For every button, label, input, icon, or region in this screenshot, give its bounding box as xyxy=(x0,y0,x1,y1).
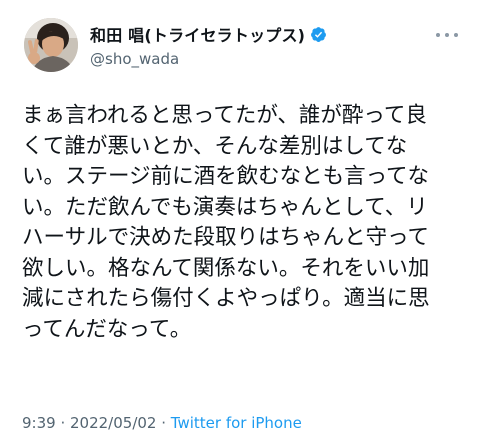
meta-separator: · xyxy=(55,414,70,432)
tweet-line: ハーサルで決めた段取りはちゃんと守って xyxy=(22,225,429,250)
more-dot xyxy=(436,33,440,37)
tweet-text: まぁ言われると思ってたが、誰が酔って良 くて誰が悪いとか、そんな差別はしてな い。ス… xyxy=(22,101,467,345)
user-info: 和田 唱(トライセラトップス) @sho_wada xyxy=(90,22,327,68)
avatar[interactable] xyxy=(24,18,78,72)
tweet-line: まぁ言われると思ってたが、誰が酔って良 xyxy=(22,103,427,128)
name-row: 和田 唱(トライセラトップス) xyxy=(90,22,327,46)
more-dot xyxy=(454,33,458,37)
tweet-card: 和田 唱(トライセラトップス) @sho_wada まぁ言われると思ってたが、誰… xyxy=(0,0,480,444)
user-handle[interactable]: @sho_wada xyxy=(90,50,327,68)
display-name[interactable]: 和田 唱(トライセラトップス) xyxy=(90,22,305,46)
tweet-date[interactable]: 2022/05/02 xyxy=(70,414,156,432)
tweet-line: ってんだなって。 xyxy=(22,316,192,342)
more-dot xyxy=(445,33,449,37)
tweet-line: くて誰が悪いとか、そんな差別はしてな xyxy=(22,133,408,159)
tweet-line: 減にされたら傷付くよやっぱり。適当に思 xyxy=(22,286,430,311)
more-options-icon[interactable] xyxy=(436,30,458,40)
tweet-time[interactable]: 9:39 xyxy=(22,414,56,432)
avatar-image xyxy=(24,18,78,72)
tweet-line: い。ステージ前に酒を飲むなとも言ってな xyxy=(22,164,429,189)
tweet-source-link[interactable]: Twitter for iPhone xyxy=(171,414,302,432)
tweet-line: 欲しい。格なんて関係ない。それをいい加 xyxy=(22,255,430,281)
tweet-line: い。ただ飲んでも演奏はちゃんとして、リ xyxy=(22,194,428,220)
verified-badge-icon xyxy=(310,26,327,43)
tweet-meta: 9:39 · 2022/05/02 · Twitter for iPhone xyxy=(22,414,302,432)
meta-separator: · xyxy=(156,414,171,432)
